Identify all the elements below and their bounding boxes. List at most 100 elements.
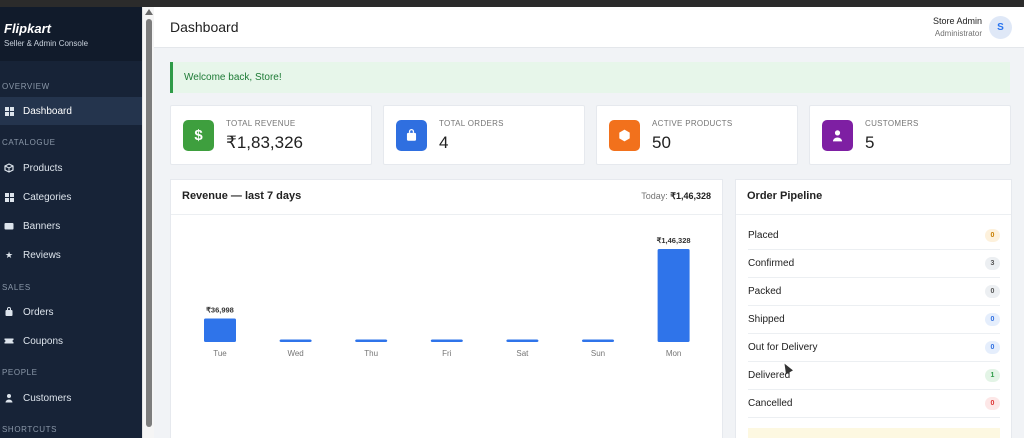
bar-data-label: ₹36,998 (206, 305, 234, 314)
sidebar-item-dashboard[interactable]: Dashboard (0, 97, 142, 125)
pipeline-count-badge: 1 (985, 369, 1000, 382)
stat-card-revenue: $ TOTAL REVENUE ₹1,83,326 (170, 105, 372, 165)
stat-label: TOTAL REVENUE (226, 119, 296, 128)
bar-sun[interactable] (582, 339, 614, 343)
person-icon (822, 120, 853, 151)
today-value: ₹1,46,328 (670, 191, 711, 201)
today-revenue: Today: ₹1,46,328 (641, 191, 711, 202)
brand-name: Flipkart (4, 21, 51, 36)
bar-thu[interactable] (355, 339, 388, 343)
sidebar: Flipkart Seller & Admin Console OVERVIEW… (0, 7, 142, 438)
rupee-icon: $ (183, 120, 214, 151)
sidebar-item-products[interactable]: Products (0, 154, 142, 182)
pipeline-label: Packed (748, 286, 782, 297)
sidebar-item-coupons[interactable]: Coupons (0, 327, 142, 355)
avatar[interactable]: S (989, 16, 1012, 39)
pipeline-count-badge: 0 (985, 341, 1000, 354)
stat-card-orders: TOTAL ORDERS 4 (383, 105, 585, 165)
bar-sat[interactable] (506, 339, 539, 343)
sidebar-item-banners[interactable]: Banners (0, 212, 142, 240)
page-title: Dashboard (170, 19, 239, 35)
sidebar-item-label: Reviews (23, 249, 61, 261)
brand: Flipkart Seller & Admin Console (0, 7, 142, 61)
brand-subtitle: Seller & Admin Console (4, 39, 89, 48)
pipeline-row: Placed 0 (748, 222, 1000, 250)
stat-label: ACTIVE PRODUCTS (652, 119, 733, 128)
user-role: Administrator (934, 29, 982, 38)
bar-data-label: ₹1,46,328 (657, 236, 691, 245)
scroll-thumb[interactable] (146, 19, 152, 427)
revenue-bar-chart: Tue ₹36,998 Wed Thu Fri Sat Sun Mon ₹1,46,328 (204, 236, 691, 358)
x-tick-label: Sat (516, 349, 529, 358)
sidebar-item-label: Categories (23, 191, 72, 203)
section-sales: SALES (2, 283, 31, 292)
ticket-icon (4, 336, 14, 346)
bag-icon (396, 120, 427, 151)
section-people: PEOPLE (2, 368, 38, 377)
x-tick-label: Sun (591, 349, 605, 358)
sidebar-item-label: Dashboard (23, 105, 72, 117)
bar-tue[interactable] (204, 318, 236, 342)
top-header: Dashboard Store Admin Administrator S (154, 7, 1024, 48)
today-label: Today: (641, 191, 668, 201)
x-tick-label: Wed (287, 349, 303, 358)
user-name: Store Admin (932, 16, 982, 26)
pipeline-count-badge: 0 (985, 229, 1000, 242)
stat-card-products: ACTIVE PRODUCTS 50 (596, 105, 798, 165)
pipeline-row: Shipped 0 (748, 306, 1000, 334)
bag-icon (4, 307, 14, 317)
sidebar-item-reviews[interactable]: ★ Reviews (0, 241, 142, 269)
stat-value: 4 (439, 133, 449, 152)
x-tick-label: Tue (213, 349, 227, 358)
revenue-panel: Revenue — last 7 days Today: ₹1,46,328 T… (170, 179, 723, 438)
pipeline-row: Packed 0 (748, 278, 1000, 306)
stat-label: TOTAL ORDERS (439, 119, 504, 128)
box-icon (4, 163, 14, 173)
dashboard-icon (4, 106, 14, 116)
section-shortcuts: SHORTCUTS (2, 425, 58, 434)
panel-divider (736, 214, 1011, 215)
bar-mon[interactable] (657, 249, 690, 342)
person-icon (4, 393, 14, 403)
sidebar-item-label: Banners (23, 220, 61, 232)
star-icon: ★ (4, 249, 14, 260)
cube-icon (609, 120, 640, 151)
pipeline-row: Cancelled 0 (748, 390, 1000, 418)
pipeline-count-badge: 0 (985, 313, 1000, 326)
pipeline-count-badge: 0 (985, 285, 1000, 298)
pipeline-label: Cancelled (748, 398, 793, 409)
pipeline-title: Order Pipeline (747, 190, 823, 202)
stat-card-customers: CUSTOMERS 5 (809, 105, 1011, 165)
x-tick-label: Fri (442, 349, 452, 358)
pipeline-label: Confirmed (748, 258, 795, 269)
pipeline-label: Placed (748, 230, 779, 241)
pipeline-row: Out for Delivery 0 (748, 334, 1000, 362)
pipeline-row: Confirmed 3 (748, 250, 1000, 278)
sidebar-item-customers[interactable]: Customers (0, 384, 142, 412)
revenue-title: Revenue — last 7 days (182, 190, 302, 202)
pipeline-count-badge: 0 (985, 397, 1000, 410)
sidebar-item-orders[interactable]: Orders (0, 298, 142, 326)
pipeline-label: Shipped (748, 314, 785, 325)
sidebar-scrollbar[interactable] (142, 7, 154, 438)
bar-wed[interactable] (279, 339, 312, 343)
x-tick-label: Thu (364, 349, 378, 358)
pipeline-footer-note (748, 428, 1000, 438)
bar-fri[interactable] (430, 339, 463, 343)
grid-icon (4, 192, 14, 202)
window-top-bar (0, 0, 1024, 7)
image-icon (4, 221, 14, 231)
stat-value: 5 (865, 133, 875, 152)
pipeline-count-badge: 3 (985, 257, 1000, 270)
x-tick-label: Mon (666, 349, 682, 358)
sidebar-item-label: Customers (23, 392, 72, 404)
scroll-up-arrow-icon[interactable] (145, 9, 153, 15)
section-overview: OVERVIEW (2, 82, 50, 91)
sidebar-item-label: Orders (23, 306, 54, 318)
sidebar-item-label: Coupons (23, 335, 64, 347)
sidebar-item-categories[interactable]: Categories (0, 183, 142, 211)
stat-value: 50 (652, 133, 671, 152)
section-catalogue: CATALOGUE (2, 138, 56, 147)
welcome-banner: Welcome back, Store! (170, 62, 1010, 93)
stat-value: ₹1,83,326 (226, 133, 303, 152)
